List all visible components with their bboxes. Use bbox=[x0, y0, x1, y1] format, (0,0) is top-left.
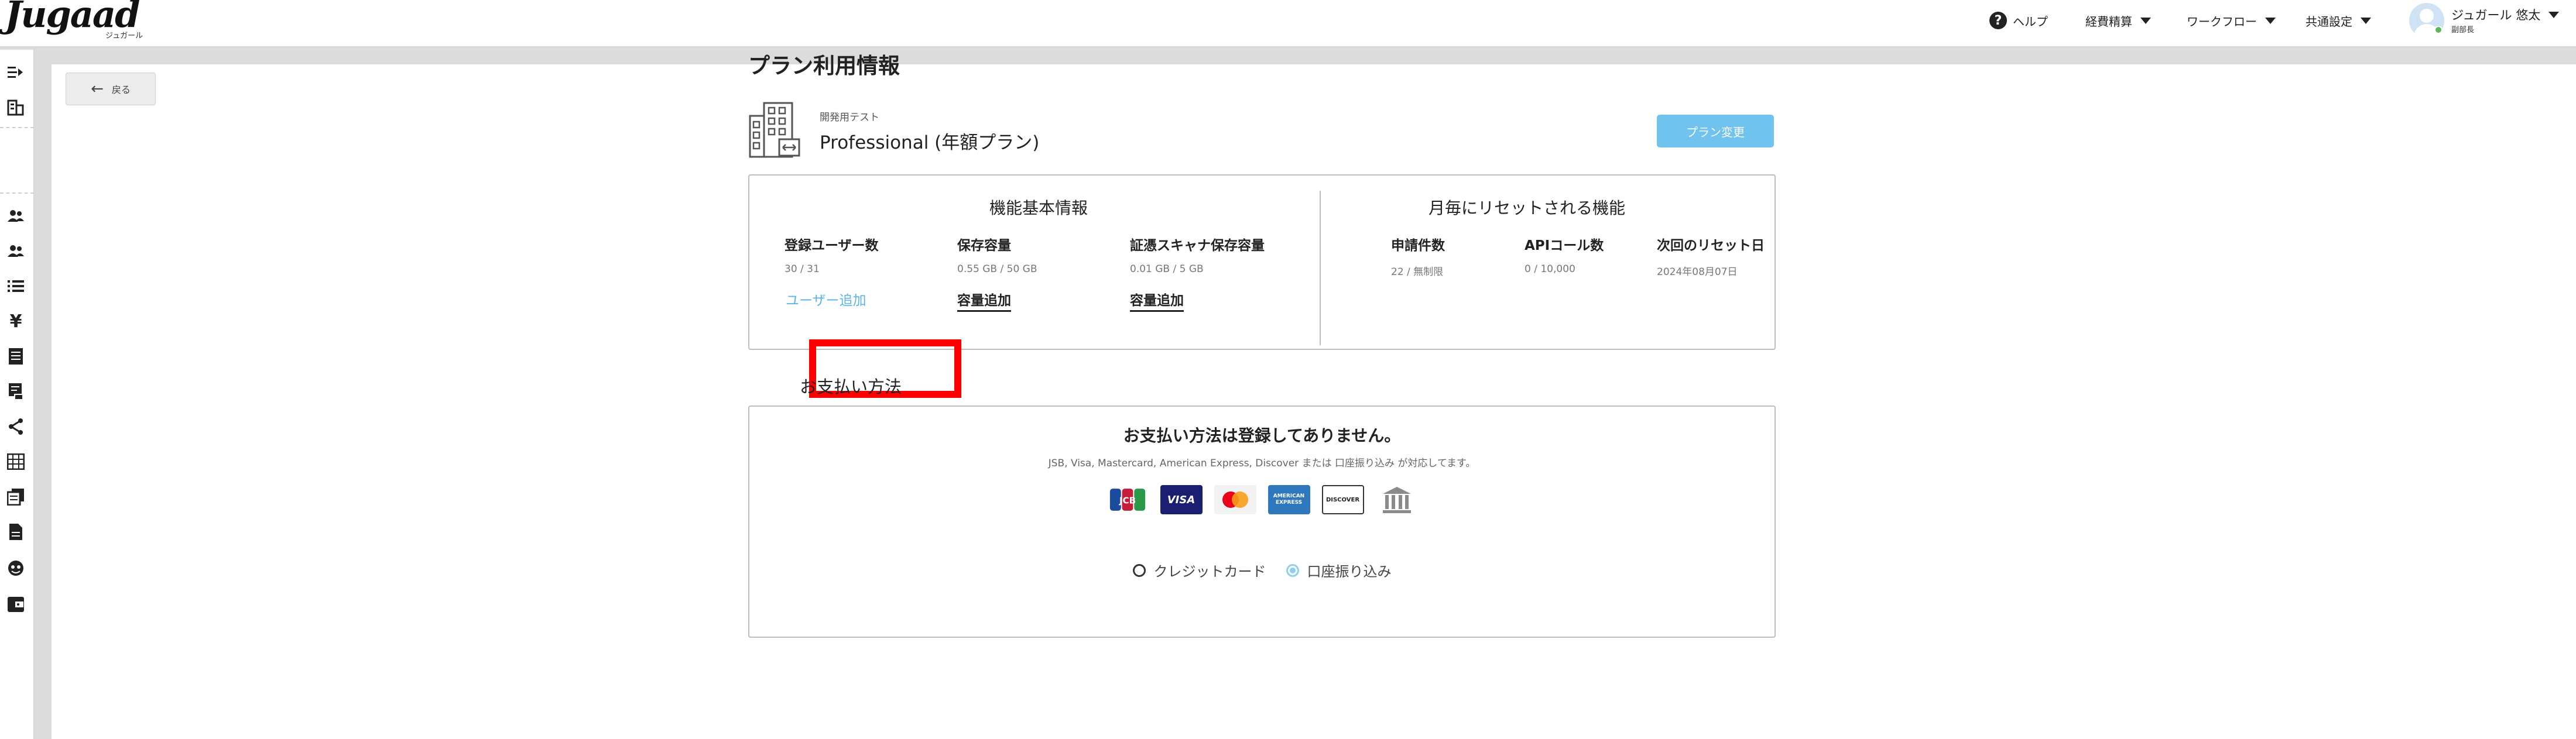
applications-value: 22 / 無制限 bbox=[1391, 266, 1444, 278]
chevron-down-icon bbox=[2361, 17, 2371, 24]
add-scanner-storage-link[interactable]: 容量追加 bbox=[1130, 289, 1184, 312]
company-name: 開発用テスト bbox=[820, 112, 879, 123]
discover-logo-icon: DISCOVER bbox=[1321, 485, 1364, 514]
back-label: 戻る bbox=[111, 84, 131, 95]
logo-subtext: ジュガール bbox=[105, 32, 143, 40]
storage-heading: 保存容量 bbox=[957, 238, 1011, 253]
arrow-left-icon: ← bbox=[91, 80, 104, 98]
file-icon[interactable] bbox=[5, 521, 26, 542]
supported-methods-text: JSB, Visa, Mastercard, American Express,… bbox=[1048, 458, 1476, 469]
visa-logo-icon: VISA bbox=[1160, 485, 1203, 514]
menu-common-label: 共通設定 bbox=[2306, 14, 2352, 29]
scanner-storage-value: 0.01 GB / 5 GB bbox=[1130, 263, 1204, 275]
help-label: ヘルプ bbox=[2013, 14, 2048, 29]
payment-method-options: クレジットカード 口座振り込み bbox=[749, 560, 1775, 580]
page-title: プラン利用情報 bbox=[748, 53, 900, 78]
api-calls-heading: APIコール数 bbox=[1525, 238, 1604, 253]
mastercard-logo-icon bbox=[1214, 485, 1256, 514]
user-name: ジュガール 悠太 bbox=[2451, 8, 2541, 22]
users-icon[interactable] bbox=[5, 205, 26, 226]
payment-card: お支払い方法は登録してありません。 JSB, Visa, Mastercard,… bbox=[748, 405, 1776, 638]
menu-common-settings[interactable]: 共通設定 bbox=[2306, 11, 2371, 30]
top-header: Jugaad ジュガール ? ヘルプ 経費精算 ワークフロー 共通設定 ジュガー… bbox=[0, 0, 2576, 48]
help-link[interactable]: ? ヘルプ bbox=[1989, 11, 2048, 30]
menu-workflow-label: ワークフロー bbox=[2187, 14, 2257, 29]
jcb-logo-icon: JCB bbox=[1106, 485, 1149, 514]
card-divider bbox=[1320, 191, 1321, 345]
change-plan-button[interactable]: プラン変更 bbox=[1657, 115, 1774, 147]
sidebar-divider bbox=[0, 193, 34, 194]
back-button[interactable]: ← 戻る bbox=[66, 73, 156, 105]
list-icon[interactable] bbox=[5, 276, 26, 297]
chevron-down-icon bbox=[2140, 17, 2151, 24]
chevron-down-icon bbox=[2265, 17, 2276, 24]
copy-documents-icon[interactable] bbox=[5, 486, 26, 507]
credit-card-radio[interactable] bbox=[1132, 563, 1146, 577]
svg-text:JCB: JCB bbox=[1118, 496, 1135, 506]
sidebar-divider bbox=[0, 127, 34, 128]
add-user-link[interactable]: ユーザー追加 bbox=[786, 289, 866, 310]
scanner-storage-heading: 証憑スキャナ保存容量 bbox=[1130, 238, 1265, 253]
groups-icon[interactable] bbox=[5, 240, 26, 262]
document-icon[interactable] bbox=[5, 346, 26, 367]
bank-transfer-radio[interactable] bbox=[1286, 563, 1299, 577]
next-reset-heading: 次回のリセット日 bbox=[1657, 238, 1765, 253]
table-icon[interactable] bbox=[5, 451, 26, 472]
help-icon: ? bbox=[1989, 12, 2007, 29]
user-menu[interactable]: ジュガール 悠太 bbox=[2451, 6, 2560, 23]
monthly-reset-title: 月毎にリセットされる機能 bbox=[1429, 198, 1626, 218]
users-heading: 登録ユーザー数 bbox=[785, 238, 879, 253]
menu-workflow[interactable]: ワークフロー bbox=[2187, 11, 2276, 30]
collapse-sidebar-icon[interactable] bbox=[5, 61, 26, 83]
credit-card-label[interactable]: クレジットカード bbox=[1154, 560, 1266, 580]
users-value: 30 / 31 bbox=[785, 263, 820, 275]
add-storage-link[interactable]: 容量追加 bbox=[957, 289, 1011, 312]
bank-transfer-label[interactable]: 口座振り込み bbox=[1307, 560, 1392, 580]
menu-expense-label: 経費精算 bbox=[2085, 14, 2132, 29]
plan-name: Professional (年額プラン) bbox=[820, 132, 1040, 153]
next-reset-value: 2024年08月07日 bbox=[1657, 266, 1738, 278]
applications-heading: 申請件数 bbox=[1391, 238, 1445, 253]
app-logo[interactable]: Jugaad ジュガール bbox=[5, 0, 145, 43]
yen-icon[interactable]: ¥ bbox=[5, 311, 26, 332]
share-icon[interactable] bbox=[5, 416, 26, 437]
building-icon bbox=[749, 102, 800, 158]
storage-value: 0.55 GB / 50 GB bbox=[957, 263, 1037, 275]
card-logos: JCB VISA AMERICAN EXPRESS DISCOVER bbox=[749, 485, 1775, 514]
api-calls-value: 0 / 10,000 bbox=[1525, 263, 1575, 275]
online-status-icon bbox=[2434, 26, 2443, 34]
chevron-down-icon bbox=[2548, 11, 2560, 18]
user-role: 副部長 bbox=[2451, 26, 2475, 35]
receipt-icon[interactable] bbox=[5, 381, 26, 402]
sidebar: ¥ bbox=[0, 50, 34, 739]
payment-title: お支払い方法 bbox=[800, 377, 902, 397]
company-icon[interactable] bbox=[5, 97, 26, 118]
amex-logo-icon: AMERICAN EXPRESS bbox=[1268, 485, 1310, 514]
support-agent-icon[interactable] bbox=[5, 558, 26, 579]
main-content: ← 戻る bbox=[52, 64, 2576, 739]
menu-expense[interactable]: 経費精算 bbox=[2085, 11, 2151, 30]
basic-info-title: 機能基本情報 bbox=[989, 198, 1088, 218]
payment-message: お支払い方法は登録してありません。 bbox=[1123, 426, 1401, 445]
bank-icon bbox=[1375, 485, 1418, 514]
wallet-icon[interactable] bbox=[5, 594, 26, 615]
plan-info-card: 機能基本情報 月毎にリセットされる機能 登録ユーザー数 30 / 31 ユーザー… bbox=[748, 174, 1776, 350]
